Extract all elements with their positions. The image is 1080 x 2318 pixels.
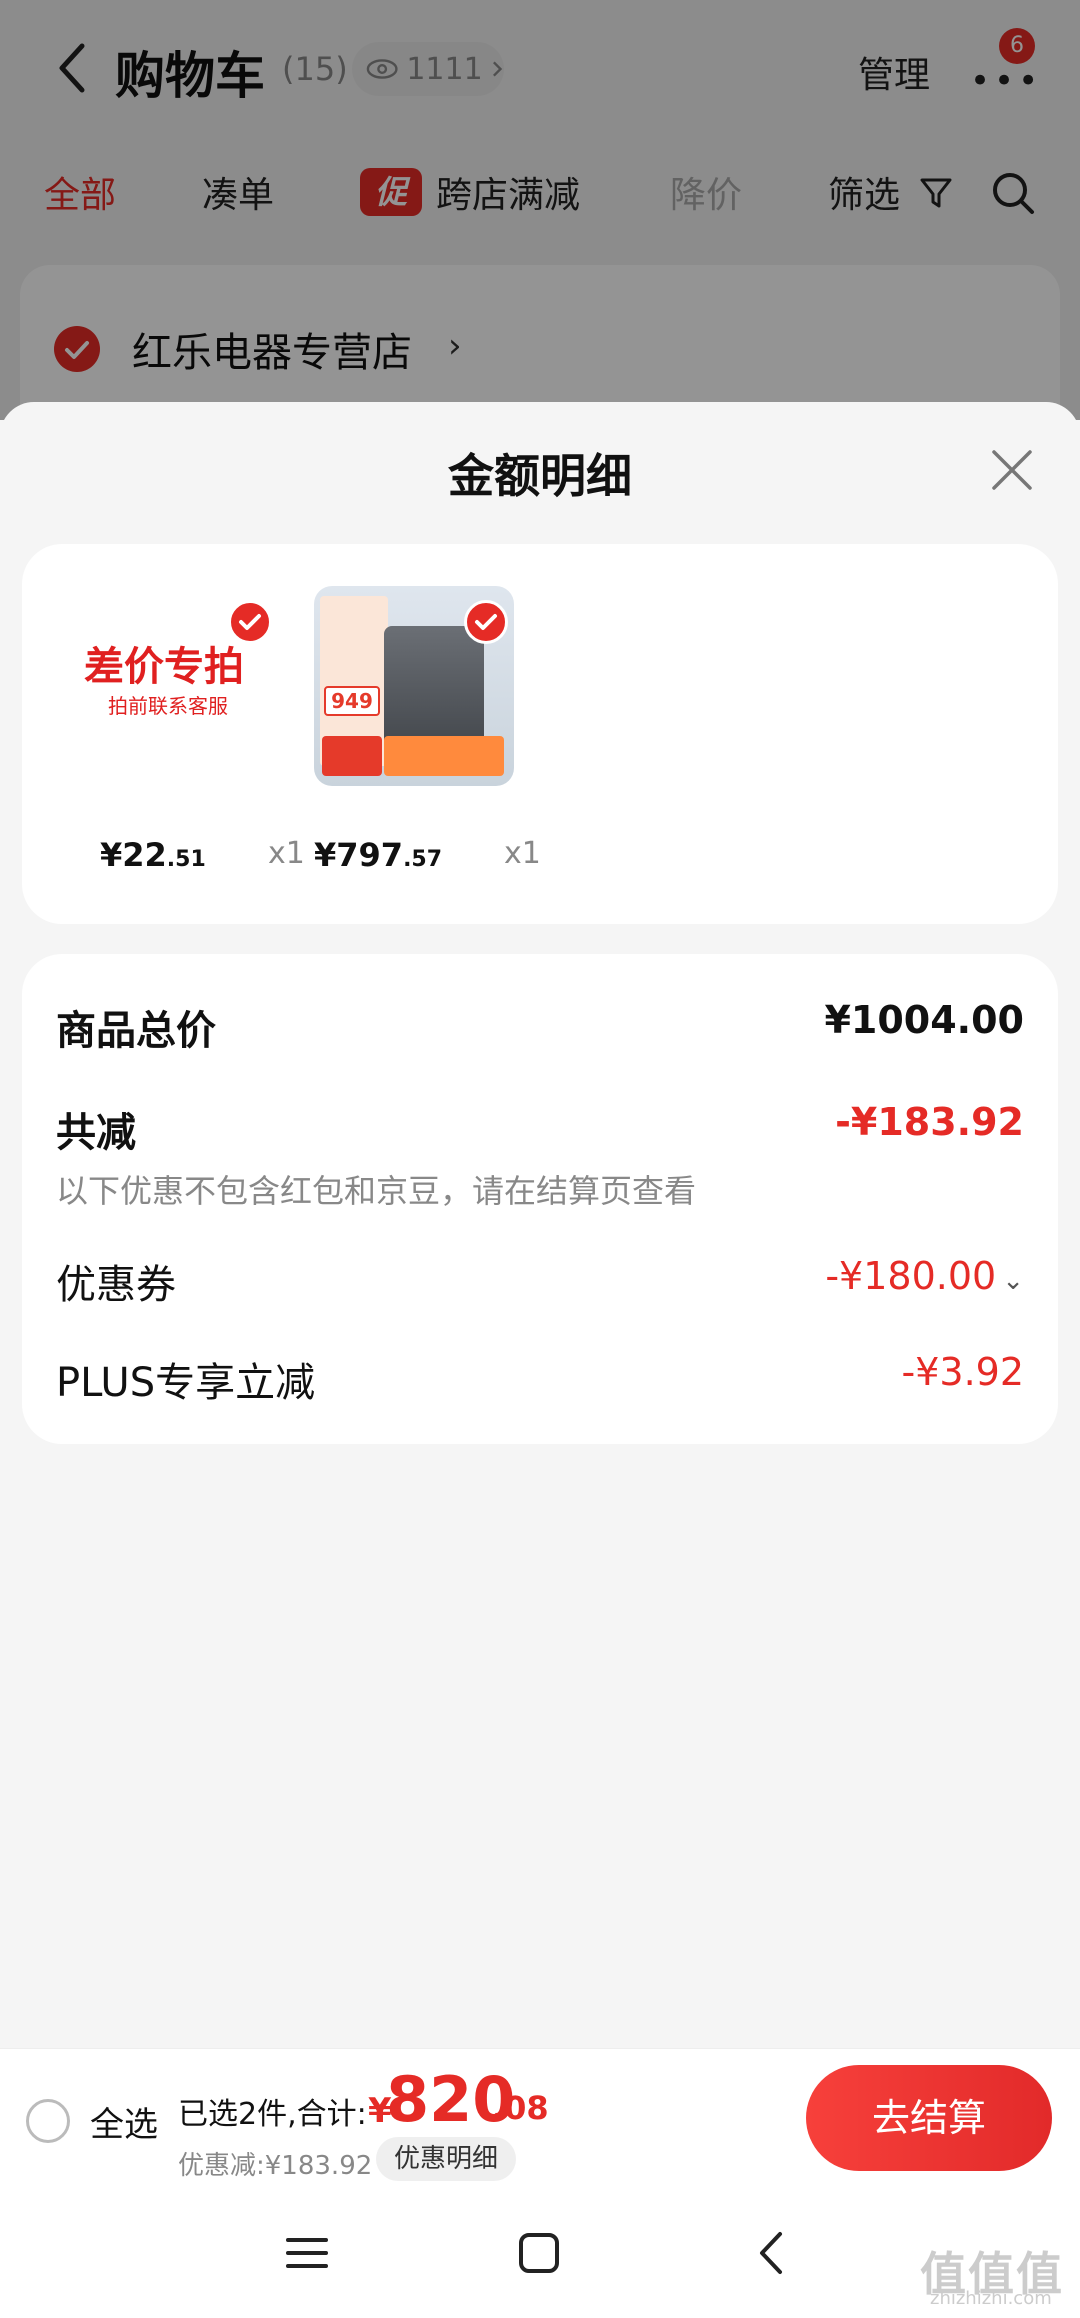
select-all-label[interactable]: 全选 [90,2097,158,2146]
selected-check-icon [464,600,508,644]
list-item[interactable]: 差价专拍 拍前联系客服 ¥22.51 x1 [78,586,308,886]
discount-summary: 优惠减:¥183.92 [178,2151,373,2181]
summary-card: 商品总价 ¥1004.00 共减 -¥183.92 以下优惠不包含红包和京豆，请… [22,954,1058,1444]
total-price-value: ¥1004.00 [824,998,1024,1042]
plus-value: -¥3.92 [901,1350,1025,1394]
item-qty: x1 [268,836,305,871]
dim-overlay[interactable] [0,0,1080,420]
thumb-subtitle: 拍前联系客服 [108,694,228,718]
chevron-down-icon: ⌄ [1002,1266,1024,1296]
selected-summary: 已选2件,合计: [178,2097,367,2132]
sheet-title: 金额明细 [448,449,632,503]
coupon-row[interactable]: -¥180.00 ⌄ [825,1254,1024,1298]
reduce-note: 以下优惠不包含红包和京豆，请在结算页查看 [56,1172,697,1210]
items-card: 差价专拍 拍前联系客服 ¥22.51 x1 949 ¥797.57 x1 [22,544,1058,924]
back-nav-icon[interactable] [738,2218,808,2288]
discount-detail-button[interactable]: 优惠明细 [376,2137,516,2181]
coupon-label: 优惠券 [56,1262,176,1308]
amount-detail-sheet: 金额明细 差价专拍 拍前联系客服 ¥22.51 x1 949 ¥797.57 x… [0,402,1080,2048]
checkout-button[interactable]: 去结算 [806,2065,1052,2171]
close-icon[interactable] [988,446,1036,494]
checkout-bar: 全选 已选2件,合计: ¥ 820 .08 优惠减:¥183.92 优惠明细 去… [0,2048,1080,2188]
selected-check-icon [228,600,272,644]
total-reduce-value: -¥183.92 [835,1100,1024,1144]
item-price: ¥22.51 [100,836,206,874]
thumb-price: 949 [324,686,380,716]
thumb-title: 差价专拍 [84,644,244,690]
coupon-value: -¥180.00 [825,1254,997,1298]
list-item[interactable]: 949 ¥797.57 x1 [314,586,544,886]
item-qty: x1 [504,836,541,871]
total-decimal: .08 [492,2089,549,2127]
plus-label: PLUS专享立减 [56,1360,316,1406]
recent-apps-icon[interactable] [272,2218,342,2288]
total-reduce-label: 共减 [56,1110,136,1156]
system-nav-bar [0,2188,1080,2318]
total-price-label: 商品总价 [56,1008,216,1054]
item-price: ¥797.57 [314,836,443,874]
home-icon[interactable] [504,2218,574,2288]
watermark-url: zhizhizhi.com [930,2288,1052,2309]
select-all-radio[interactable] [26,2099,70,2143]
